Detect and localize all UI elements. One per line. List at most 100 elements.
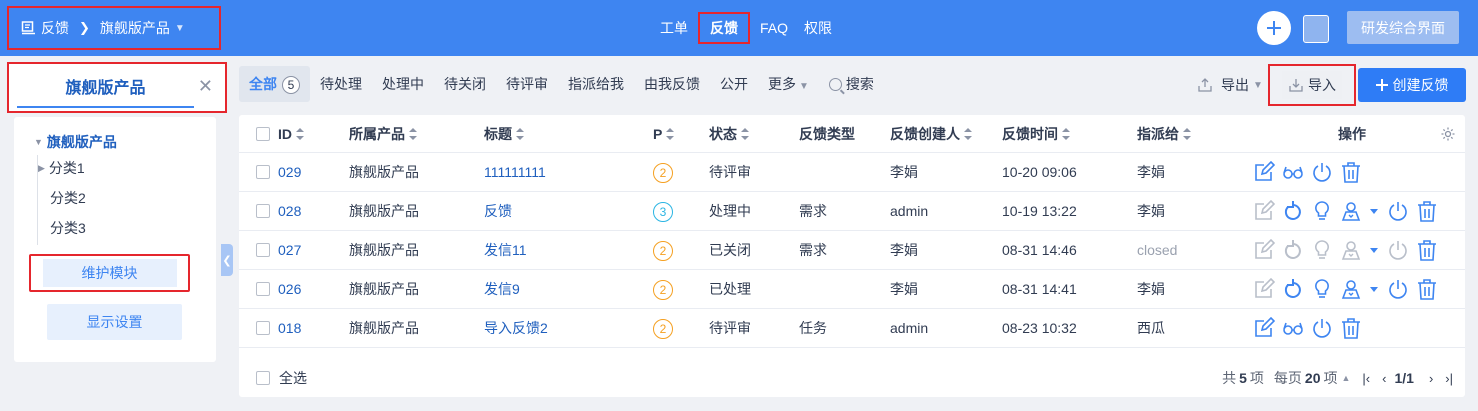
close-icon[interactable]: ✕ bbox=[198, 76, 213, 97]
edit-icon[interactable] bbox=[1253, 278, 1275, 300]
tab-all[interactable]: 全部 5 bbox=[239, 66, 310, 102]
breadcrumb-product[interactable]: 旗舰版产品 bbox=[100, 18, 170, 38]
close-power-icon[interactable] bbox=[1311, 161, 1333, 183]
delete-trash-icon[interactable] bbox=[1416, 239, 1438, 261]
row-checkbox[interactable] bbox=[256, 321, 270, 335]
convert-idea-icon[interactable] bbox=[1311, 200, 1333, 222]
caret-down-icon[interactable]: ▼ bbox=[175, 23, 185, 34]
nav-tab-feedback[interactable]: 反馈 bbox=[698, 12, 750, 44]
cell-id[interactable]: 027 bbox=[278, 231, 301, 269]
close-power-icon[interactable] bbox=[1387, 239, 1409, 261]
tab-public[interactable]: 公开 bbox=[710, 66, 758, 102]
caret-down-icon[interactable] bbox=[1369, 239, 1379, 261]
cell-status: 处理中 bbox=[709, 203, 751, 219]
review-glasses-icon[interactable] bbox=[1282, 317, 1304, 339]
cell-id[interactable]: 018 bbox=[278, 309, 301, 347]
caret-right-icon[interactable]: ▶ bbox=[38, 163, 45, 174]
col-time[interactable]: 反馈时间 bbox=[1002, 115, 1070, 153]
row-checkbox[interactable] bbox=[256, 243, 270, 257]
tree-root[interactable]: ▼ 旗舰版产品 bbox=[34, 131, 117, 153]
last-page-icon[interactable]: ›| bbox=[1445, 371, 1453, 386]
nav-tab-faq[interactable]: FAQ bbox=[752, 12, 796, 44]
reprocess-icon[interactable] bbox=[1282, 200, 1304, 222]
table-row[interactable]: 018 旗舰版产品 导入反馈2 2 待评审 任务 admin 08-23 10:32 西瓜 bbox=[239, 309, 1465, 348]
col-status[interactable]: 状态 bbox=[709, 115, 749, 153]
first-page-icon[interactable]: |‹ bbox=[1362, 371, 1370, 386]
import-button[interactable]: 导入 bbox=[1268, 64, 1356, 106]
breadcrumb-root[interactable]: 反馈 bbox=[41, 18, 69, 38]
cell-title[interactable]: 导入反馈2 bbox=[484, 309, 548, 347]
col-assignee[interactable]: 指派给 bbox=[1137, 115, 1191, 153]
delete-trash-icon[interactable] bbox=[1416, 200, 1438, 222]
search-button[interactable]: 搜索 bbox=[819, 66, 884, 102]
nav-tab-ticket[interactable]: 工单 bbox=[652, 12, 696, 44]
cell-title[interactable]: 111111111 bbox=[484, 153, 546, 191]
assign-user-icon[interactable] bbox=[1340, 200, 1362, 222]
display-settings-button[interactable]: 显示设置 bbox=[47, 304, 182, 340]
avatar[interactable] bbox=[1303, 15, 1329, 43]
caret-down-icon[interactable] bbox=[1369, 278, 1379, 300]
row-checkbox[interactable] bbox=[256, 165, 270, 179]
caret-up-icon[interactable]: ▲ bbox=[1341, 373, 1350, 383]
close-power-icon[interactable] bbox=[1387, 278, 1409, 300]
table-row[interactable]: 027 旗舰版产品 发信11 2 已关闭 需求 李娟 08-31 14:46 closed bbox=[239, 231, 1465, 270]
pager-per-page[interactable]: 20 bbox=[1305, 370, 1321, 386]
cell-id[interactable]: 029 bbox=[278, 153, 301, 191]
edit-icon[interactable] bbox=[1253, 161, 1275, 183]
tab-pending[interactable]: 待处理 bbox=[310, 66, 372, 102]
cell-title[interactable]: 发信9 bbox=[484, 270, 520, 308]
cell-title[interactable]: 反馈 bbox=[484, 192, 512, 230]
caret-down-icon[interactable]: ▼ bbox=[34, 137, 43, 147]
reprocess-icon[interactable] bbox=[1282, 239, 1304, 261]
table-row[interactable]: 029 旗舰版产品 111111111 2 待评审 李娟 10-20 09:06 李娟 bbox=[239, 153, 1465, 192]
select-all-checkbox[interactable] bbox=[256, 371, 270, 385]
nav-tab-permission[interactable]: 权限 bbox=[796, 12, 840, 44]
tab-processing[interactable]: 处理中 bbox=[372, 66, 434, 102]
maintain-module-button[interactable]: 维护模块 bbox=[29, 254, 190, 292]
caret-down-icon[interactable] bbox=[1369, 200, 1379, 222]
delete-trash-icon[interactable] bbox=[1416, 278, 1438, 300]
tab-assigned-to-me[interactable]: 指派给我 bbox=[558, 66, 634, 102]
edit-icon[interactable] bbox=[1253, 317, 1275, 339]
assign-user-icon[interactable] bbox=[1340, 239, 1362, 261]
gear-icon[interactable] bbox=[1440, 126, 1456, 142]
tab-to-review[interactable]: 待评审 bbox=[496, 66, 558, 102]
tab-to-close[interactable]: 待关闭 bbox=[434, 66, 496, 102]
tab-more[interactable]: 更多 ▼ bbox=[758, 66, 819, 102]
tree-item-category-1[interactable]: ▶ 分类1 bbox=[34, 153, 117, 183]
tree-item-category-3[interactable]: 分类3 bbox=[34, 213, 117, 243]
row-checkbox[interactable] bbox=[256, 282, 270, 296]
close-power-icon[interactable] bbox=[1311, 317, 1333, 339]
reprocess-icon[interactable] bbox=[1282, 278, 1304, 300]
cell-title[interactable]: 发信11 bbox=[484, 231, 527, 269]
rd-workspace-button[interactable]: 研发综合界面 bbox=[1347, 11, 1459, 44]
table-row[interactable]: 028 旗舰版产品 反馈 3 处理中 需求 admin 10-19 13:22 李娟 bbox=[239, 192, 1465, 231]
cell-id[interactable]: 026 bbox=[278, 270, 301, 308]
col-priority[interactable]: P bbox=[653, 115, 675, 153]
col-id[interactable]: ID bbox=[278, 115, 304, 153]
delete-trash-icon[interactable] bbox=[1340, 317, 1362, 339]
edit-icon[interactable] bbox=[1253, 200, 1275, 222]
convert-idea-icon[interactable] bbox=[1311, 239, 1333, 261]
tree-item-category-2[interactable]: 分类2 bbox=[34, 183, 117, 213]
col-product[interactable]: 所属产品 bbox=[349, 115, 417, 153]
next-page-icon[interactable]: › bbox=[1429, 371, 1433, 386]
collapse-sidebar-handle[interactable]: ❮ bbox=[221, 244, 233, 276]
tab-reported-by-me[interactable]: 由我反馈 bbox=[634, 66, 710, 102]
table-row[interactable]: 026 旗舰版产品 发信9 2 已处理 李娟 08-31 14:41 李娟 bbox=[239, 270, 1465, 309]
add-button[interactable] bbox=[1257, 11, 1291, 45]
row-checkbox[interactable] bbox=[256, 204, 270, 218]
create-feedback-button[interactable]: 创建反馈 bbox=[1358, 68, 1466, 102]
col-title[interactable]: 标题 bbox=[484, 115, 524, 153]
col-creator[interactable]: 反馈创建人 bbox=[890, 115, 972, 153]
select-all-header-checkbox[interactable] bbox=[256, 127, 270, 141]
edit-icon[interactable] bbox=[1253, 239, 1275, 261]
close-power-icon[interactable] bbox=[1387, 200, 1409, 222]
export-button[interactable]: 导出 ▼ bbox=[1197, 72, 1263, 98]
assign-user-icon[interactable] bbox=[1340, 278, 1362, 300]
delete-trash-icon[interactable] bbox=[1340, 161, 1362, 183]
cell-id[interactable]: 028 bbox=[278, 192, 301, 230]
review-glasses-icon[interactable] bbox=[1282, 161, 1304, 183]
convert-idea-icon[interactable] bbox=[1311, 278, 1333, 300]
prev-page-icon[interactable]: ‹ bbox=[1382, 371, 1386, 386]
